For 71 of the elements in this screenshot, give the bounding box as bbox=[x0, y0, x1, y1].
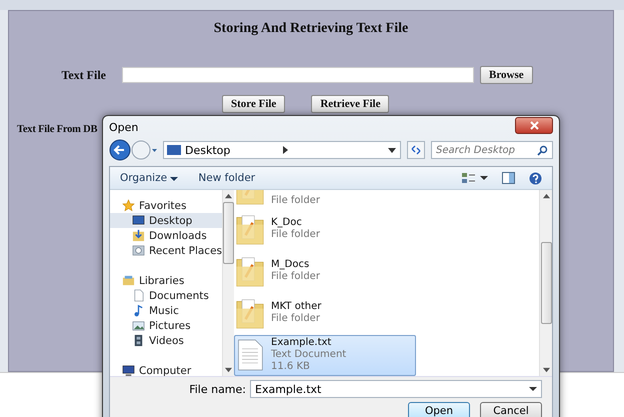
organize-menu[interactable]: Organize bbox=[120, 172, 178, 184]
file-name: M_Docs bbox=[271, 259, 310, 271]
film-icon bbox=[132, 334, 145, 347]
nav-item[interactable]: Recent Places bbox=[110, 243, 222, 258]
scroll-up-arrow-icon[interactable] bbox=[542, 193, 550, 199]
file-type: File folder bbox=[271, 229, 320, 242]
document-icon bbox=[132, 289, 145, 302]
nav-item[interactable]: Videos bbox=[110, 333, 222, 348]
file-item[interactable]: File folder bbox=[234, 190, 416, 208]
store-file-button[interactable]: Store File bbox=[222, 95, 286, 113]
nav-item[interactable]: Computer bbox=[110, 363, 222, 376]
scroll-down-arrow-icon[interactable] bbox=[542, 367, 550, 373]
file-item[interactable]: Example.txt Text Document 11.6 KB bbox=[234, 334, 416, 376]
file-type: File folder bbox=[271, 271, 320, 284]
nav-item[interactable]: Libraries bbox=[110, 273, 222, 288]
address-bar[interactable]: Desktop bbox=[163, 141, 401, 159]
file-name-label: File name: bbox=[189, 382, 246, 396]
search-field[interactable]: Search Desktop bbox=[431, 141, 553, 159]
browse-button[interactable]: Browse bbox=[480, 66, 533, 84]
nav-item[interactable]: Pictures bbox=[110, 318, 222, 333]
file-name: K_Doc bbox=[271, 217, 303, 229]
nav-item[interactable]: Favorites bbox=[110, 198, 222, 213]
file-name: MKT other bbox=[271, 301, 322, 313]
file-name-field[interactable]: Example.txt bbox=[250, 380, 542, 398]
new-folder-button[interactable]: New folder bbox=[198, 172, 256, 184]
picture-icon bbox=[132, 319, 145, 332]
file-item[interactable]: MKT other File folder bbox=[234, 292, 416, 334]
help-icon[interactable] bbox=[529, 172, 542, 184]
retrieve-file-button[interactable]: Retrieve File bbox=[311, 95, 390, 113]
nav-item[interactable]: Documents bbox=[110, 288, 222, 303]
refresh-button[interactable] bbox=[407, 141, 425, 159]
file-size: 11.6 KB bbox=[271, 361, 311, 374]
file-name: Example.txt bbox=[271, 337, 332, 350]
open-button[interactable]: Open bbox=[408, 402, 470, 417]
dropdown-caret-icon[interactable] bbox=[529, 387, 537, 391]
scroll-down-arrow-icon[interactable] bbox=[225, 367, 232, 373]
text-file-label: Text File bbox=[60, 68, 106, 82]
file-item[interactable]: K_Doc File folder bbox=[234, 208, 416, 250]
file-type: Text Document bbox=[271, 349, 346, 362]
nav-item[interactable]: Music bbox=[110, 303, 222, 318]
music-note-icon bbox=[132, 304, 145, 317]
file-type: File folder bbox=[271, 313, 321, 326]
library-icon bbox=[122, 274, 135, 287]
close-button[interactable] bbox=[515, 116, 553, 134]
refresh-icon bbox=[410, 145, 422, 155]
scrollbar[interactable] bbox=[539, 190, 552, 376]
preview-pane-icon[interactable] bbox=[502, 172, 515, 184]
star-icon bbox=[122, 199, 135, 212]
scroll-up-arrow-icon[interactable] bbox=[225, 193, 232, 199]
monitor-icon bbox=[167, 145, 181, 155]
view-options-icon[interactable] bbox=[462, 172, 488, 184]
file-type: File folder bbox=[271, 194, 320, 207]
close-icon bbox=[530, 120, 538, 130]
text-file-icon bbox=[235, 337, 265, 374]
dialog-title: Open bbox=[109, 120, 138, 134]
chevron-icon[interactable] bbox=[282, 146, 288, 154]
computer-icon bbox=[122, 364, 135, 376]
back-forward-icon[interactable] bbox=[109, 139, 157, 161]
form-heading: Storing And Retrieving Text File bbox=[212, 21, 410, 37]
scrollbar[interactable] bbox=[222, 190, 234, 376]
text-file-field[interactable] bbox=[122, 67, 474, 83]
file-item[interactable]: M_Docs File folder bbox=[234, 250, 416, 292]
nav-item[interactable]: Desktop bbox=[110, 213, 222, 228]
caret-icon bbox=[170, 177, 178, 181]
cancel-button[interactable]: Cancel bbox=[480, 402, 542, 417]
monitor-icon bbox=[132, 214, 145, 227]
dropdown-caret-icon[interactable] bbox=[388, 148, 396, 152]
db-text-label: Text File From DB bbox=[17, 124, 98, 135]
recent-places-icon bbox=[132, 244, 145, 257]
search-icon bbox=[537, 144, 548, 156]
nav-item[interactable]: Downloads bbox=[110, 228, 222, 243]
